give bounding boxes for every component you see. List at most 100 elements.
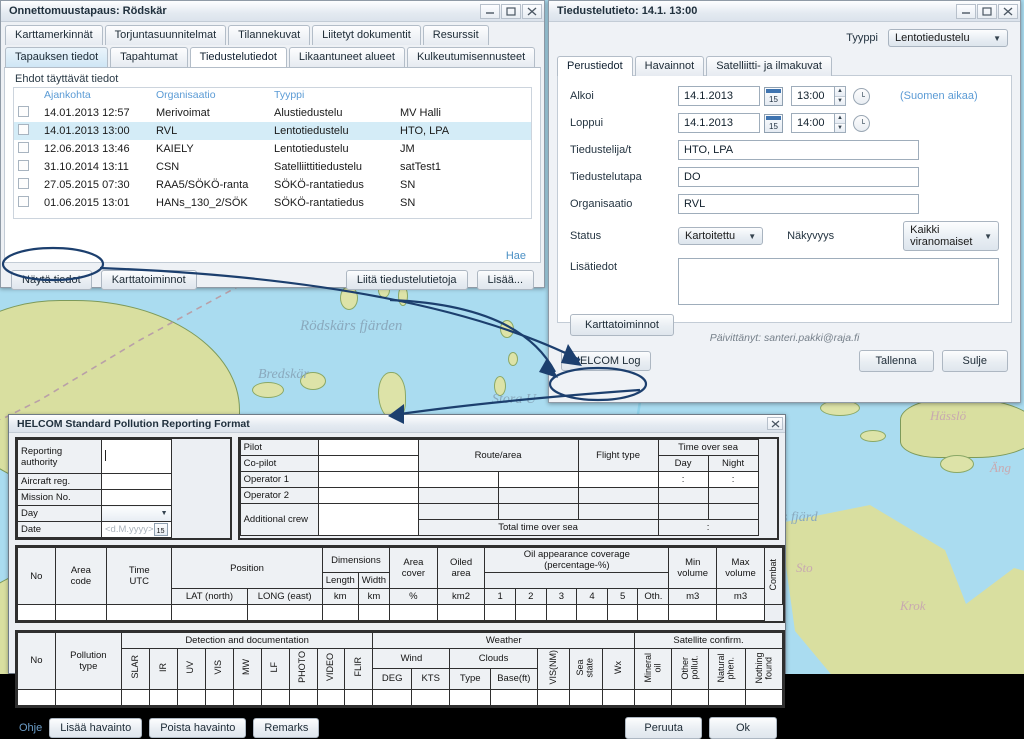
detect-cell[interactable] xyxy=(176,688,206,706)
detect-cell[interactable] xyxy=(569,688,603,706)
detect-cell[interactable] xyxy=(410,688,451,706)
reporting-authority-table[interactable]: Reporting authority Aircraft reg. Mission … xyxy=(15,437,232,540)
start-date-input[interactable]: 14.1.2013 xyxy=(678,86,760,106)
row-checkbox[interactable] xyxy=(18,142,29,153)
recon-col-header[interactable] xyxy=(396,88,531,104)
obs-cell[interactable] xyxy=(514,604,547,621)
detail-tab-bar[interactable]: Perustiedot Havainnot Satelliitti- ja ilma… xyxy=(549,53,1020,76)
clock-icon[interactable] xyxy=(853,114,870,132)
map-functions-button[interactable]: Karttatoiminnot xyxy=(100,270,197,290)
detail-window-titlebar[interactable]: Tiedustelutieto: 14.1. 13:00 xyxy=(549,1,1020,22)
row-checkbox[interactable] xyxy=(18,196,29,207)
remarks-button[interactable]: Remarks xyxy=(253,717,320,738)
attach-recon-button[interactable]: Liitä tiedustelutietoja xyxy=(345,270,468,290)
type-select[interactable]: Lentotiedustelu ▼ xyxy=(888,29,1008,47)
table-row[interactable]: 12.06.2013 13:46 KAIELY Lentotiedustelu JM xyxy=(14,140,531,158)
obs-cell[interactable] xyxy=(668,604,718,621)
route-cell-b[interactable] xyxy=(497,471,579,488)
flight-type-cell[interactable] xyxy=(577,471,659,488)
tab-tiedustelutiedot[interactable]: Tiedustelutiedot xyxy=(189,47,287,67)
detect-cell[interactable] xyxy=(54,688,122,706)
row-checkbox-cell[interactable] xyxy=(14,104,40,122)
detect-cell[interactable] xyxy=(449,688,491,706)
show-data-button[interactable]: Näytä tiedot xyxy=(11,270,92,290)
obs-cell[interactable] xyxy=(171,604,248,621)
flight-type-cell[interactable] xyxy=(577,503,659,520)
obs-cell[interactable] xyxy=(54,604,108,621)
route-cell-b[interactable] xyxy=(497,503,579,520)
row-checkbox-cell[interactable] xyxy=(14,140,40,158)
total-time-value[interactable]: : xyxy=(657,519,759,536)
recon-col-header[interactable]: Ajankohta xyxy=(40,88,152,104)
crew-input[interactable] xyxy=(317,487,419,504)
day-value[interactable]: : xyxy=(657,471,709,488)
detect-cell[interactable] xyxy=(372,688,412,706)
status-select[interactable]: Kartoitettu ▼ xyxy=(678,227,764,245)
tab-karttamerkinn-t[interactable]: Karttamerkinnät xyxy=(5,25,103,45)
close-icon[interactable] xyxy=(998,3,1018,19)
obs-cell[interactable] xyxy=(321,604,359,621)
detect-data-row[interactable] xyxy=(17,688,784,706)
route-cell[interactable] xyxy=(417,471,499,488)
detect-cell[interactable] xyxy=(316,688,346,706)
helcom-field-input[interactable] xyxy=(101,473,172,490)
visibility-select[interactable]: Kaikki viranomaiset ▼ xyxy=(903,221,999,251)
detect-cell[interactable] xyxy=(490,688,538,706)
recon-table-wrapper[interactable]: Ajankohta Organisaatio Tyyppi 14.01.2013 1… xyxy=(13,87,532,219)
window-controls[interactable] xyxy=(480,3,542,19)
row-checkbox-cell[interactable] xyxy=(14,158,40,176)
detect-cell[interactable] xyxy=(536,688,571,706)
tab-kulkeutumisennusteet[interactable]: Kulkeutumisennusteet xyxy=(406,47,536,67)
crew-input[interactable] xyxy=(317,471,419,488)
crew-flight-table[interactable]: Pilot Route/area Flight type Time over sea C… xyxy=(237,437,779,540)
recon-detail-window[interactable]: Tiedustelutieto: 14.1. 13:00 Tyyppi Lent… xyxy=(548,0,1021,403)
recon-col-header[interactable]: Tyyppi xyxy=(270,88,396,104)
obs-cell[interactable] xyxy=(484,604,516,621)
minimize-icon[interactable] xyxy=(956,3,976,19)
clock-icon[interactable] xyxy=(853,87,870,105)
helcom-field-input[interactable]: ▼ xyxy=(101,505,172,522)
detect-cell[interactable] xyxy=(232,688,262,706)
save-button[interactable]: Tallenna xyxy=(858,350,934,372)
detect-cell[interactable] xyxy=(288,688,318,706)
helcom-window-controls[interactable] xyxy=(767,417,783,430)
detail-map-functions-button[interactable]: Karttatoiminnot xyxy=(570,314,674,336)
route-cell[interactable] xyxy=(417,503,499,520)
row-checkbox-cell[interactable] xyxy=(14,176,40,194)
tab-torjuntasuunnitelmat[interactable]: Torjuntasuunnitelmat xyxy=(104,25,227,45)
close-icon[interactable] xyxy=(522,3,542,19)
maximize-icon[interactable] xyxy=(501,3,521,19)
night-value[interactable] xyxy=(707,503,759,520)
row-checkbox[interactable] xyxy=(18,106,29,117)
obs-cell[interactable] xyxy=(606,604,639,621)
row-checkbox[interactable] xyxy=(18,124,29,135)
obs-cell[interactable] xyxy=(106,604,173,621)
detect-cell[interactable] xyxy=(671,688,709,706)
close-button[interactable]: Sulje xyxy=(941,350,1008,372)
remove-observation-button[interactable]: Poista havainto xyxy=(149,717,247,738)
obs-data-row[interactable] xyxy=(17,604,783,621)
obs-cell[interactable] xyxy=(389,604,438,621)
helcom-log-button[interactable]: HELCOM Log xyxy=(561,351,652,371)
tab-tilannekuvat[interactable]: Tilannekuvat xyxy=(228,25,311,45)
tab-likaantuneet-alueet[interactable]: Likaantuneet alueet xyxy=(288,47,405,67)
obs-cell[interactable] xyxy=(545,604,578,621)
notes-textarea[interactable] xyxy=(678,258,999,305)
secondary-tab-bar[interactable]: Tapauksen tiedot Tapahtumat Tiedustelutied… xyxy=(1,44,544,67)
tab-tapahtumat[interactable]: Tapahtumat xyxy=(110,47,188,67)
helcom-field-input[interactable] xyxy=(101,489,172,506)
add-observation-button[interactable]: Lisää havainto xyxy=(49,717,143,738)
detect-cell[interactable] xyxy=(260,688,290,706)
ok-button[interactable]: Ok xyxy=(708,716,777,739)
obs-cell[interactable] xyxy=(637,604,670,621)
detect-cell[interactable] xyxy=(120,688,150,706)
tab-perustiedot[interactable]: Perustiedot xyxy=(557,56,633,76)
table-row[interactable]: 14.01.2013 13:00 RVL Lentotiedustelu HTO, L… xyxy=(14,122,531,140)
detect-cell[interactable] xyxy=(148,688,178,706)
method-input[interactable]: DO xyxy=(678,167,919,187)
crew-input[interactable] xyxy=(317,503,419,536)
row-checkbox[interactable] xyxy=(18,178,29,189)
tab-havainnot[interactable]: Havainnot xyxy=(634,56,705,76)
tab-liitetyt-dokumentit[interactable]: Liitetyt dokumentit xyxy=(312,25,421,45)
minimize-icon[interactable] xyxy=(480,3,500,19)
